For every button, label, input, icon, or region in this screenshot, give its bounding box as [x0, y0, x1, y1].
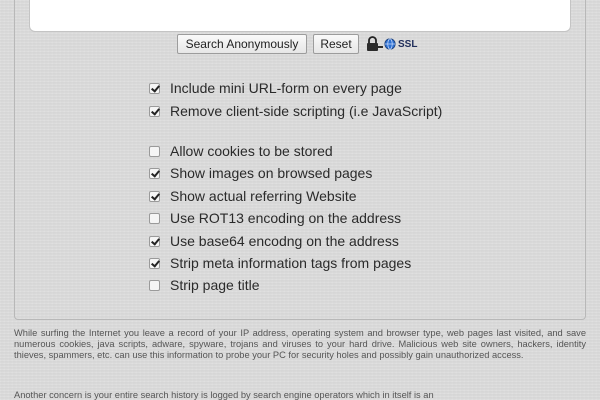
option-allow-cookies[interactable]: Allow cookies to be stored	[146, 143, 446, 160]
ssl-toggle[interactable]: SSL	[364, 34, 417, 54]
checkbox[interactable]	[149, 236, 160, 247]
checkbox[interactable]	[149, 106, 160, 117]
option-remove-scripting[interactable]: Remove client-side scripting (i.e JavaSc…	[146, 103, 446, 120]
option-base64[interactable]: Use base64 encodng on the address	[146, 233, 446, 250]
option-label: Include mini URL-form on every page	[170, 80, 402, 96]
padlock-icon	[364, 36, 384, 52]
option-label: Strip meta information tags from pages	[170, 255, 412, 271]
option-strip-meta[interactable]: Strip meta information tags from pages	[146, 255, 446, 272]
form-buttons: Search Anonymously Reset SSL	[0, 34, 600, 56]
option-label: Allow cookies to be stored	[170, 143, 333, 159]
globe-icon	[384, 38, 396, 50]
checkbox[interactable]	[149, 168, 160, 179]
search-history-paragraph: Another concern is your entire search hi…	[14, 390, 434, 400]
checkbox[interactable]	[149, 258, 160, 269]
checkbox[interactable]	[149, 83, 160, 94]
checkbox[interactable]	[149, 146, 160, 157]
option-rot13[interactable]: Use ROT13 encoding on the address	[146, 210, 446, 227]
option-label: Show actual referring Website	[170, 188, 357, 204]
option-label: Strip page title	[170, 277, 260, 293]
option-label: Use base64 encodng on the address	[170, 233, 399, 249]
option-label: Show images on browsed pages	[170, 165, 373, 181]
option-show-images[interactable]: Show images on browsed pages	[146, 165, 446, 182]
ssl-label: SSL	[398, 38, 418, 50]
privacy-info-paragraph: While surfing the Internet you leave a r…	[14, 328, 586, 360]
option-label: Remove client-side scripting (i.e JavaSc…	[170, 103, 443, 119]
url-input[interactable]	[29, 0, 571, 32]
option-label: Use ROT13 encoding on the address	[170, 210, 402, 226]
option-strip-title[interactable]: Strip page title	[146, 277, 446, 294]
checkbox[interactable]	[149, 213, 160, 224]
reset-button[interactable]: Reset	[313, 34, 359, 54]
checkbox[interactable]	[149, 280, 160, 291]
search-anonymously-button[interactable]: Search Anonymously	[177, 34, 307, 54]
checkbox[interactable]	[149, 191, 160, 202]
option-show-referrer[interactable]: Show actual referring Website	[146, 188, 446, 205]
option-mini-url-form[interactable]: Include mini URL-form on every page	[146, 80, 446, 97]
